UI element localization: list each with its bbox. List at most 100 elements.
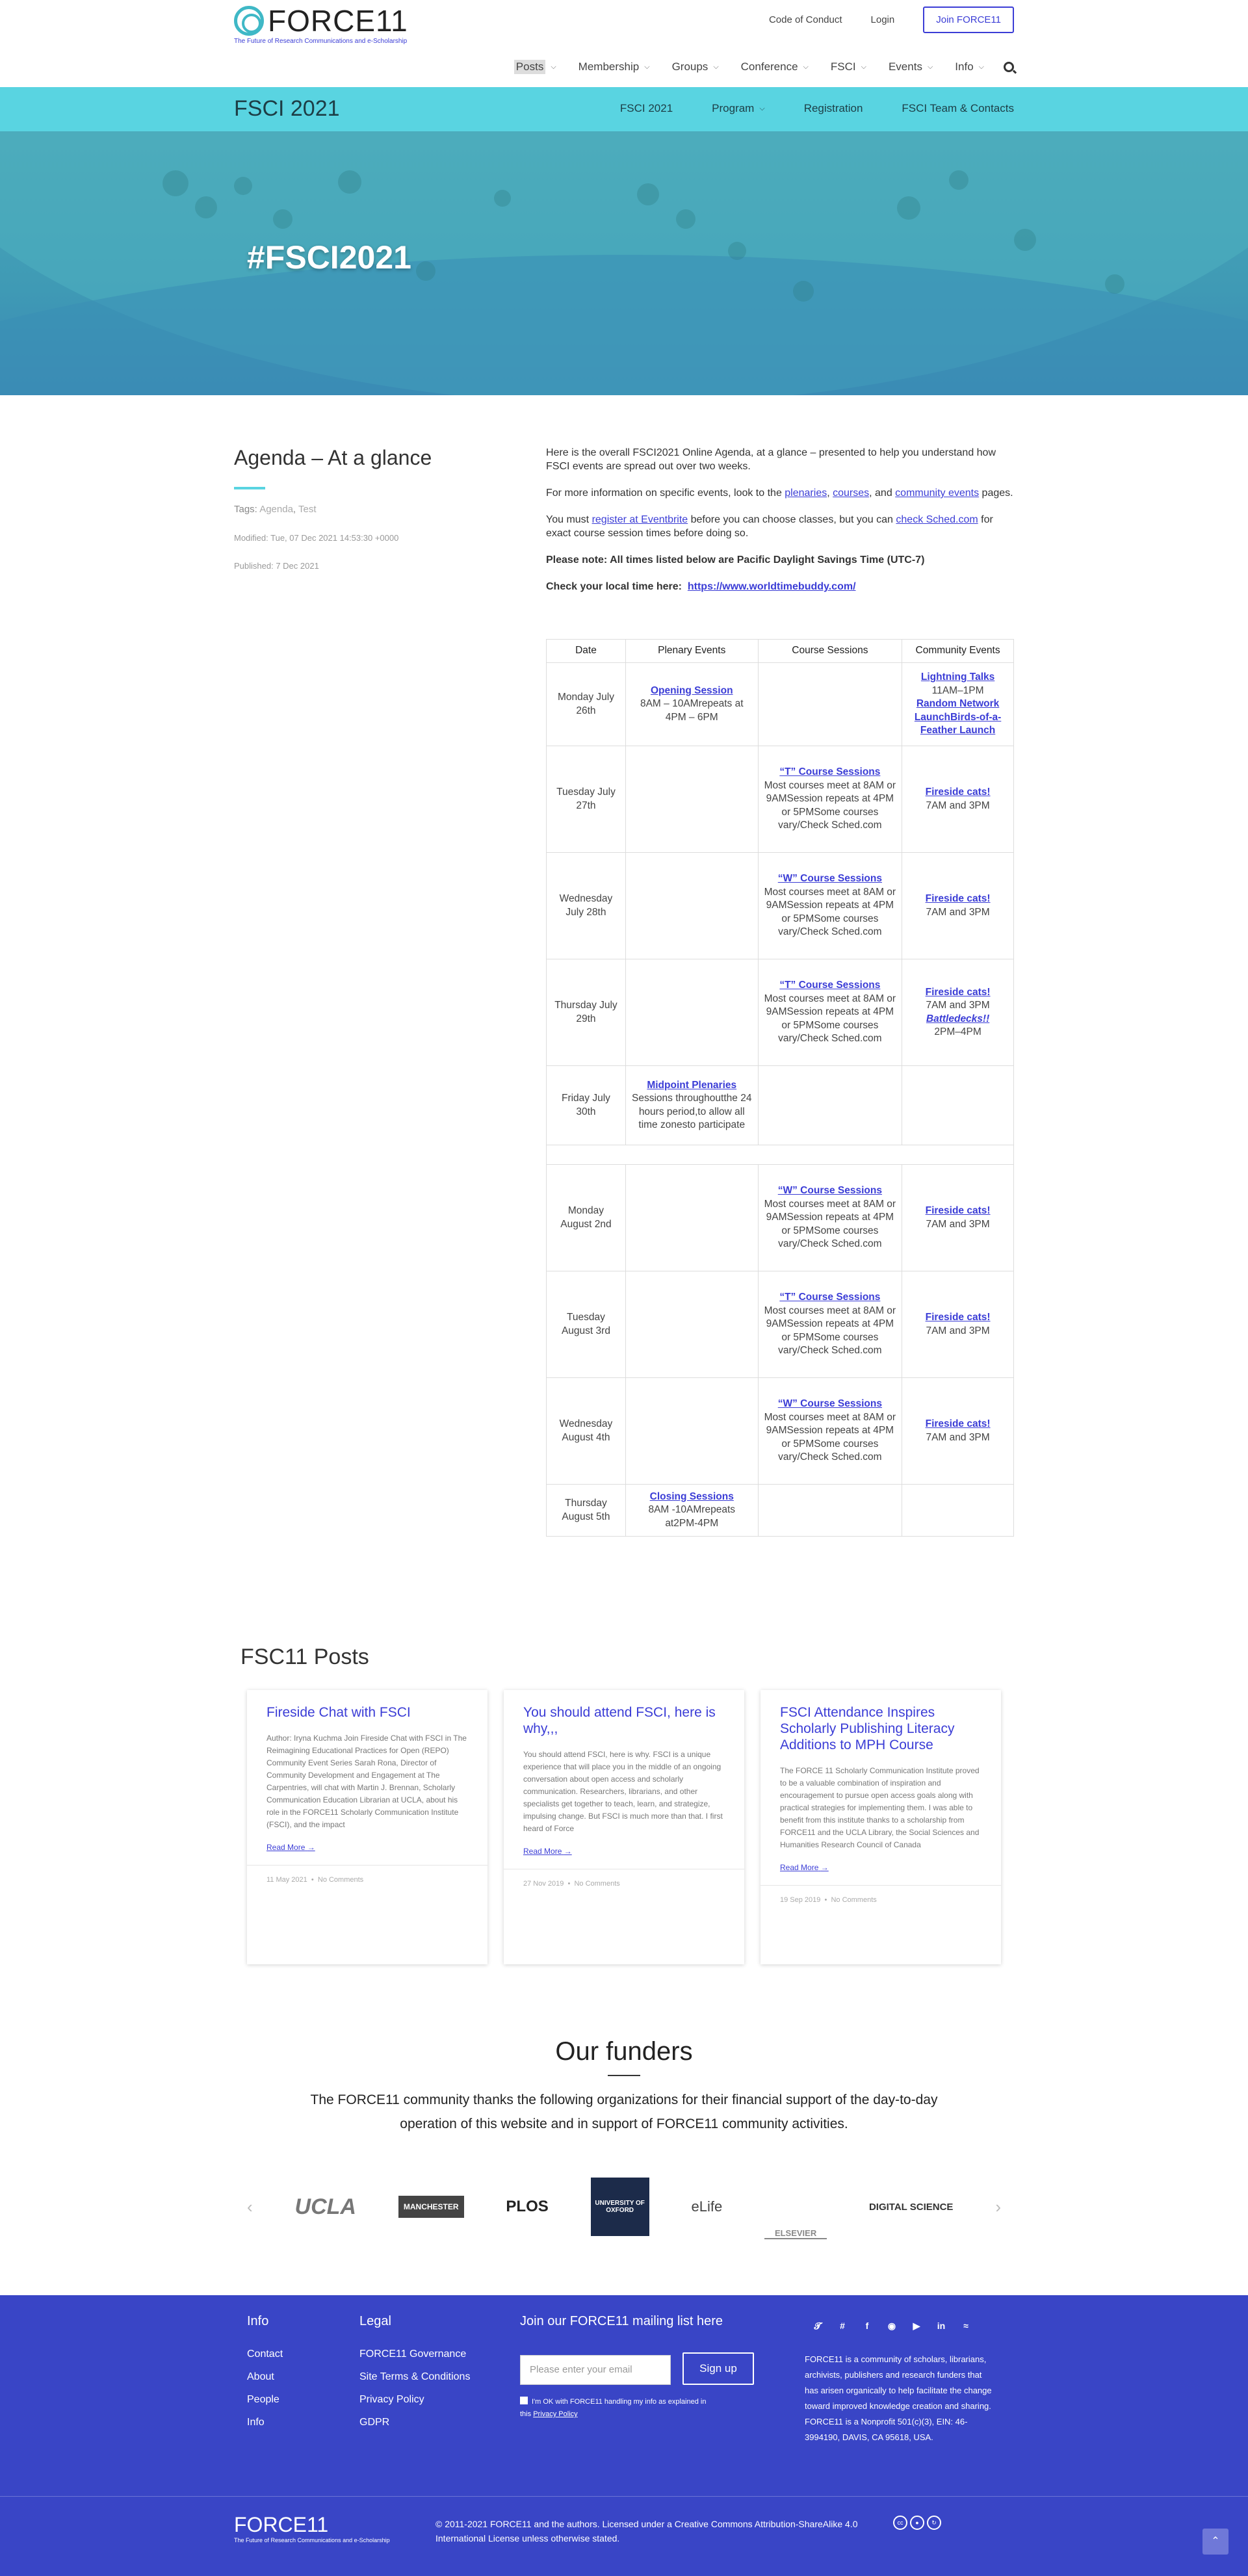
search-icon[interactable] xyxy=(1004,62,1014,72)
footer-link-governance[interactable]: FORCE11 Governance xyxy=(359,2348,470,2360)
table-row: Tuesday August 3rd “T” Course Sessions Mo… xyxy=(546,1271,1014,1378)
facebook-icon[interactable]: f xyxy=(861,2319,874,2332)
footer-link-privacy[interactable]: Privacy Policy xyxy=(359,2394,470,2406)
login-link[interactable]: Login xyxy=(871,14,895,25)
twitter-icon[interactable]: 𝓣 xyxy=(811,2319,824,2332)
course-sessions-link[interactable]: “W” Course Sessions xyxy=(778,1185,882,1196)
fireside-cats-link[interactable]: Fireside cats! xyxy=(926,1205,991,1216)
nav-item-info[interactable]: Info ⌵ xyxy=(955,60,984,73)
subnav-label: FSCI 2021 xyxy=(619,102,673,114)
table-row: Friday July 30th Midpoint Plenaries Sessi… xyxy=(546,1065,1014,1145)
community-events-link[interactable]: community events xyxy=(895,488,979,499)
tag-agenda-link[interactable]: Agenda xyxy=(259,504,293,515)
ucla-logo[interactable]: UCLA xyxy=(295,2194,356,2220)
chevron-down-icon: ⌵ xyxy=(861,62,866,71)
privacy-policy-link[interactable]: Privacy Policy xyxy=(533,2410,577,2418)
table-row: Monday July 26th Opening Session 8AM – 10… xyxy=(546,662,1014,746)
post-meta: 19 Sep 2019 • No Comments xyxy=(760,1885,1001,1904)
arrow-right-icon: → xyxy=(820,1863,829,1872)
fireside-cats-link[interactable]: Fireside cats! xyxy=(926,1418,991,1429)
timezone-note: Please note: All times listed below are … xyxy=(546,553,1014,567)
digital-science-logo[interactable]: DIGITAL SCIENCE xyxy=(869,2202,953,2213)
rss-icon[interactable]: ≈ xyxy=(959,2319,972,2332)
nav-item-groups[interactable]: Groups ⌵ xyxy=(672,60,719,73)
fireside-cats-link[interactable]: Fireside cats! xyxy=(926,1312,991,1323)
read-more-link[interactable]: Read More → xyxy=(523,1847,725,1856)
cc-license-badge[interactable]: cc ● ↻ xyxy=(893,2516,941,2530)
consent-checkbox[interactable] xyxy=(520,2397,528,2404)
nav-item-membership[interactable]: Membership ⌵ xyxy=(578,60,650,73)
subnav-registration[interactable]: Registration xyxy=(804,102,863,115)
battledecks-link[interactable]: Battledecks!! xyxy=(926,1013,989,1024)
join-force11-button[interactable]: Join FORCE11 xyxy=(923,7,1014,33)
footer-link-gdpr[interactable]: GDPR xyxy=(359,2417,470,2428)
slack-icon[interactable]: # xyxy=(836,2319,849,2332)
footer-logo[interactable]: FORCE11 The Future of Research Communica… xyxy=(234,2513,390,2543)
elife-logo[interactable]: eLife xyxy=(692,2198,723,2215)
code-of-conduct-link[interactable]: Code of Conduct xyxy=(769,14,842,25)
carousel-next-icon[interactable]: › xyxy=(995,2197,1001,2217)
youtube-icon[interactable]: ▶ xyxy=(910,2319,923,2332)
read-more-link[interactable]: Read More → xyxy=(266,1843,468,1852)
linkedin-icon[interactable]: in xyxy=(935,2319,948,2332)
post-title-link[interactable]: FSCI Attendance Inspires Scholarly Publi… xyxy=(780,1704,982,1753)
midpoint-plenaries-link[interactable]: Midpoint Plenaries xyxy=(647,1080,736,1091)
course-sessions-link[interactable]: “T” Course Sessions xyxy=(779,980,880,991)
subnav-fsci-2021[interactable]: FSCI 2021 xyxy=(620,102,673,115)
signup-button[interactable]: Sign up xyxy=(682,2352,754,2385)
manchester-logo[interactable]: MANCHESTER xyxy=(398,2196,464,2218)
closing-sessions-link[interactable]: Closing Sessions xyxy=(650,1491,734,1502)
nav-label: Membership xyxy=(578,60,640,73)
worldtimebuddy-link[interactable]: https://www.worldtimebuddy.com/ xyxy=(688,581,856,592)
course-sessions-link[interactable]: “T” Course Sessions xyxy=(779,766,880,777)
text: , and xyxy=(869,488,896,499)
courses-link[interactable]: courses xyxy=(833,488,869,499)
page: FORCE11 The Future of Research Communica… xyxy=(0,0,1248,2576)
footer-link-terms[interactable]: Site Terms & Conditions xyxy=(359,2371,470,2383)
post-comments[interactable]: No Comments xyxy=(318,1876,363,1884)
course-sessions-link[interactable]: “T” Course Sessions xyxy=(779,1292,880,1303)
nav-item-events[interactable]: Events ⌵ xyxy=(889,60,933,73)
chevron-down-icon: ⌵ xyxy=(978,62,984,71)
footer-link-people[interactable]: People xyxy=(247,2394,283,2406)
course-sessions-link[interactable]: “W” Course Sessions xyxy=(778,1398,882,1409)
nav-item-fsci[interactable]: FSCI ⌵ xyxy=(831,60,866,73)
github-icon[interactable]: ◉ xyxy=(885,2319,898,2332)
force11-logo[interactable]: FORCE11 The Future of Research Communica… xyxy=(234,5,408,49)
post-title-link[interactable]: You should attend FSCI, here is why,,, xyxy=(523,1704,725,1737)
footer-link-info[interactable]: Info xyxy=(247,2417,283,2428)
fireside-cats-link[interactable]: Fireside cats! xyxy=(926,987,991,998)
elsevier-logo[interactable]: ELSEVIER xyxy=(764,2174,827,2239)
eventbrite-link[interactable]: register at Eventbrite xyxy=(592,514,688,525)
read-more-link[interactable]: Read More → xyxy=(780,1863,982,1872)
lightning-talks-link[interactable]: Lightning Talks xyxy=(921,671,994,683)
fireside-cats-link[interactable]: Fireside cats! xyxy=(926,893,991,904)
oxford-logo[interactable]: UNIVERSITY OF OXFORD xyxy=(590,2178,649,2236)
post-meta: 27 Nov 2019 • No Comments xyxy=(504,1869,744,1888)
footer-link-about[interactable]: About xyxy=(247,2371,283,2383)
nav-item-posts[interactable]: Posts ⌵ xyxy=(514,60,556,74)
random-network-link[interactable]: Random Network LaunchBirds-of-a-Feather … xyxy=(915,698,1001,736)
tag-test-link[interactable]: Test xyxy=(298,504,317,515)
post-title-link[interactable]: Fireside Chat with FSCI xyxy=(266,1704,468,1721)
event-time: 7AM and 3PM xyxy=(926,1431,990,1443)
nav-item-conference[interactable]: Conference ⌵ xyxy=(741,60,809,73)
footer-info-heading: Info xyxy=(247,2314,269,2328)
post-comments[interactable]: No Comments xyxy=(574,1880,619,1888)
logo-mark-icon xyxy=(234,6,264,36)
subbar-title[interactable]: FSCI 2021 xyxy=(234,96,340,122)
subnav-team-contacts[interactable]: FSCI Team & Contacts xyxy=(902,102,1014,115)
email-input[interactable]: Please enter your email xyxy=(520,2355,671,2385)
course-cell xyxy=(757,1484,903,1537)
sched-link[interactable]: check Sched.com xyxy=(896,514,978,525)
scroll-to-top-button[interactable]: ⌃ xyxy=(1202,2529,1228,2555)
opening-session-link[interactable]: Opening Session xyxy=(651,685,733,696)
plos-logo[interactable]: PLOS xyxy=(506,2198,548,2216)
subnav-program[interactable]: Program ⌵ xyxy=(712,102,765,115)
footer-link-contact[interactable]: Contact xyxy=(247,2348,283,2360)
post-comments[interactable]: No Comments xyxy=(831,1896,876,1904)
plenaries-link[interactable]: plenaries xyxy=(785,488,827,499)
carousel-prev-icon[interactable]: ‹ xyxy=(247,2197,253,2217)
course-sessions-link[interactable]: “W” Course Sessions xyxy=(778,873,882,884)
fireside-cats-link[interactable]: Fireside cats! xyxy=(926,787,991,798)
